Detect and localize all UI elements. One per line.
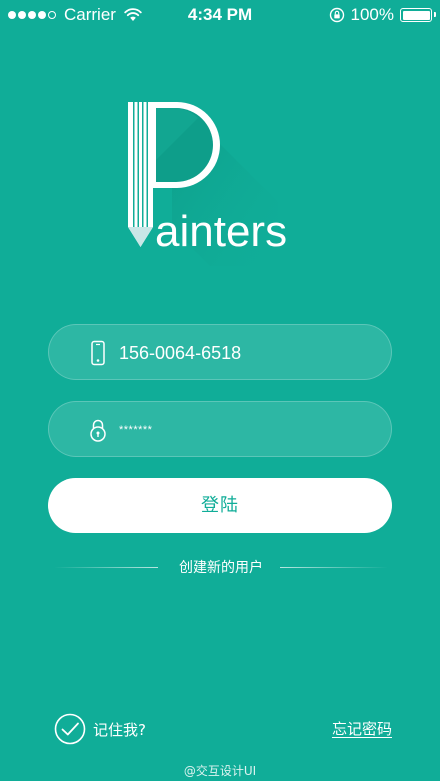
logo-stripe-2: [134, 102, 138, 227]
phone-input[interactable]: 156-0064-6518: [48, 324, 392, 380]
remember-me-label: 记住我?: [93, 720, 146, 739]
login-button[interactable]: 登陆: [48, 478, 392, 533]
logo-stripe-4: [143, 102, 147, 227]
logo-stripe-5: [148, 102, 153, 227]
divider-left: [54, 567, 158, 568]
status-right: 100%: [329, 5, 436, 25]
logo-wordmark: ainters: [155, 207, 287, 256]
logo-stripe-1: [128, 102, 133, 227]
create-user-link[interactable]: 创建新的用户: [166, 557, 276, 579]
rotation-lock-icon: [329, 7, 344, 23]
divider-right: [280, 567, 388, 568]
remember-me-checkbox[interactable]: 记住我?: [54, 713, 146, 745]
battery-icon: [400, 8, 436, 22]
password-input[interactable]: *******: [48, 401, 392, 457]
password-value: *******: [119, 424, 153, 436]
checkmark-circle-icon: [54, 713, 86, 745]
watermark: @交互设计UI: [183, 764, 257, 778]
create-user-row: 创建新的用户: [54, 557, 388, 579]
painters-logo: ainters: [128, 102, 287, 266]
lock-icon: [90, 419, 106, 442]
phone-value: 156-0064-6518: [119, 343, 242, 363]
status-bar: Carrier 4:34 PM 100%: [0, 0, 440, 30]
phone-icon: [91, 340, 105, 366]
battery-percentage: 100%: [350, 5, 394, 24]
forgot-password-link[interactable]: 忘记密码: [332, 717, 392, 741]
logo-stripe-3: [139, 102, 142, 227]
